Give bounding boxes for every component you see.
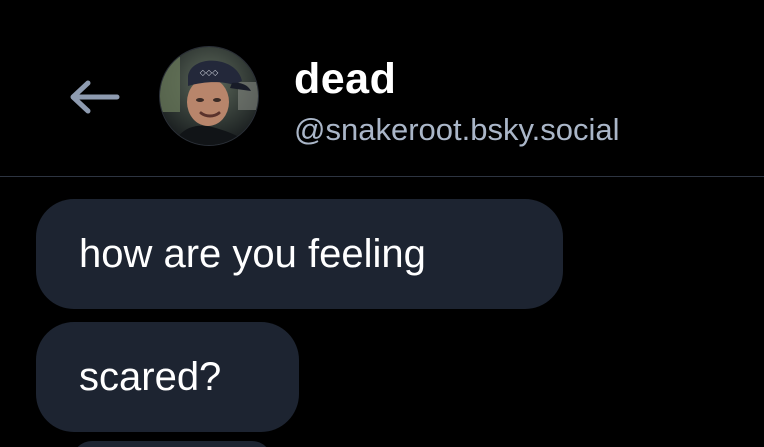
profile-handle[interactable]: @snakeroot.bsky.social <box>294 111 620 149</box>
message-list: how are you feeling scared? <box>0 177 764 447</box>
conversation-screen: ◇◇◇ dead @snakeroot.bsky.social how are … <box>0 0 764 447</box>
conversation-header: ◇◇◇ dead @snakeroot.bsky.social <box>0 0 764 176</box>
message-text: how are you feeling <box>79 232 426 276</box>
message-bubble[interactable]: scared? <box>36 322 299 432</box>
message-bubble[interactable]: how are you feeling <box>36 199 563 309</box>
avatar[interactable]: ◇◇◇ <box>159 46 259 146</box>
svg-text:◇◇◇: ◇◇◇ <box>200 68 219 77</box>
profile-name[interactable]: dead <box>294 53 396 105</box>
back-button[interactable] <box>58 70 128 124</box>
profile-photo-avatar: ◇◇◇ <box>160 47 258 145</box>
message-text: scared? <box>79 355 222 399</box>
arrow-left-icon <box>70 80 120 114</box>
message-bubble-partial <box>72 441 272 447</box>
